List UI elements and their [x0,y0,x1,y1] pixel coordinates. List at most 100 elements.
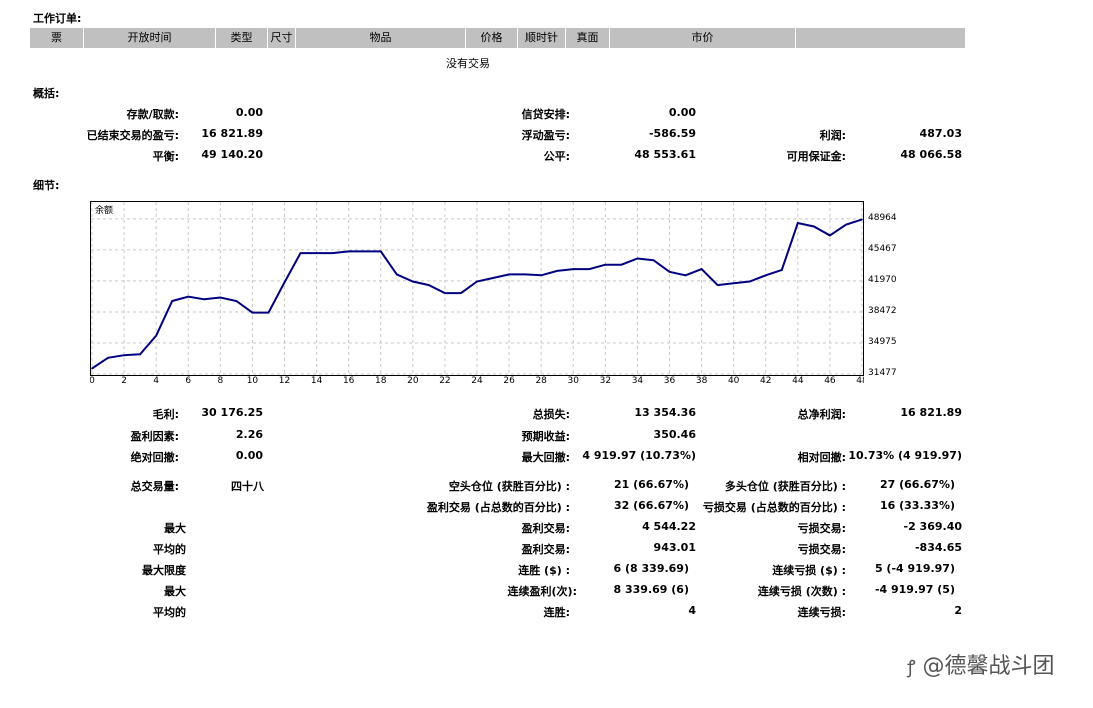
balance-point [829,234,831,237]
average-label: 平均的 [153,543,186,556]
x-tick-label: 16 [343,376,355,383]
balance-point [219,296,222,299]
x-tick-label: 32 [600,376,611,383]
col-open-time[interactable]: 开放时间 [84,28,216,48]
x-tick-label: 42 [760,376,771,383]
profit-trades-label: 盈利交易 (占总数的百分比) : [426,501,570,514]
maximal-profit-label: 连续盈利(次): [507,585,577,598]
expected-payoff-value: 350.46 [653,428,696,441]
balance-point [604,263,607,266]
x-tick-label: 34 [632,376,644,383]
maximal-loss-label: 连续亏损 (次数) : [757,585,846,598]
y-tick-label: 31477 [868,368,897,378]
largest-loss-label: 亏损交易: [797,522,846,535]
col-type[interactable]: 类型 [216,28,268,48]
col-ticket[interactable]: 票 [30,28,84,48]
balance-value: 49 140.20 [201,148,263,161]
balance-label: 平衡: [152,150,179,163]
free-margin-value: 48 066.58 [900,148,962,161]
net-profit-label: 总净利润: [797,408,846,421]
x-tick-label: 0 [90,376,95,383]
short-positions-label: 空头仓位 (获胜百分比) : [448,480,570,493]
avg-profit-value: 943.01 [653,541,696,554]
balance-point [732,282,735,285]
equity-value: 48 553.61 [634,148,696,161]
x-tick-label: 22 [439,376,450,383]
balance-point [395,273,398,276]
balance-point [556,270,559,272]
col-price[interactable]: 价格 [466,28,518,48]
balance-point [861,218,863,221]
equity-label: 公平: [543,150,570,163]
balance-point [508,273,510,276]
work-orders-title: 工作订单: [33,12,82,25]
x-tick-label: 24 [471,376,483,383]
closed-pl-label: 已结束交易的盈亏: [86,129,179,142]
maximal-loss-value: -4 919.97 (5) [874,583,955,596]
avg-consec-wins-value: 4 [688,604,696,617]
balance-chart-svg: 0 2 4 6 8 10 12 14 16 18 20 22 24 26 28 30 32 34 36 38 40 42 4… [89,201,868,386]
weibo-logo-icon: ꝭ [907,657,916,678]
x-tick-label: 28 [535,376,547,383]
balance-point [267,311,270,314]
balance-point [492,277,494,279]
y-tick-label: 41970 [868,274,897,285]
credit-label: 信贷安排: [521,108,570,121]
x-tick-label: 44 [792,376,804,383]
largest-label: 最大 [164,522,186,535]
balance-point [91,367,93,370]
col-item[interactable]: 物品 [296,28,466,48]
x-tick-label: 14 [311,376,323,383]
col-tp[interactable]: 真面 [566,28,610,48]
col-market-price[interactable]: 市价 [610,28,796,48]
loss-trades-value: 16 (33.33%) [879,499,955,512]
x-tick-label: 38 [696,376,708,383]
largest-loss-value: -2 369.40 [903,520,963,533]
balance-point [780,269,783,271]
avg-consec-losses-value: 2 [954,604,962,617]
watermark: ꝭ @德馨战斗团 [907,648,1055,680]
average2-label: 平均的 [153,606,186,619]
balance-point [347,250,350,253]
balance-point [363,250,366,253]
balance-point [476,280,478,283]
balance-point [540,274,542,277]
summary-title: 概括: [33,87,60,100]
floating-pl-label: 浮动盈亏: [521,129,570,142]
balance-point [187,295,190,298]
balance-point [716,284,719,286]
avg-loss-value: -834.65 [914,541,962,554]
x-tick-label: 46 [824,376,836,383]
balance-point [444,292,446,294]
max-consec-wins-value: 6 (8 339.69) [613,562,689,575]
max-drawdown-label: 最大回撤: [521,451,570,464]
balance-point [764,274,767,277]
y-tick-label: 48964 [868,212,897,223]
avg-consec-losses-label: 连续亏损: [797,606,846,619]
avg-loss-label: 亏损交易: [797,543,846,556]
x-tick-label: 36 [664,376,676,383]
gross-loss-value: 13 354.36 [634,406,696,419]
abs-drawdown-label: 绝对回撤: [130,451,179,464]
abs-drawdown-value: 0.00 [235,449,263,462]
long-positions-label: 多头仓位 (获胜百分比) : [724,480,846,493]
maximal-profit-value: 8 339.69 (6) [613,583,689,596]
balance-point [797,222,799,224]
balance-point [123,354,125,356]
x-tick-label: 40 [728,376,740,383]
y-tick-label: 38472 [868,305,897,316]
balance-point [636,257,639,260]
deposit-value: 0.00 [235,106,263,119]
balance-point [155,334,157,337]
balance-point [171,300,174,302]
col-sl[interactable]: 顺时针 [518,28,566,48]
balance-point [107,357,109,359]
col-size[interactable]: 尺寸 [268,28,296,48]
x-tick-label: 2 [121,376,127,383]
gross-profit-value: 30 176.25 [201,406,263,419]
x-tick-label: 10 [247,376,259,383]
rel-drawdown-value: 10.73% (4 919.97) [848,449,962,462]
largest-profit-label: 盈利交易: [521,522,570,535]
balance-point [524,273,526,276]
y-tick-label: 45467 [868,243,897,254]
